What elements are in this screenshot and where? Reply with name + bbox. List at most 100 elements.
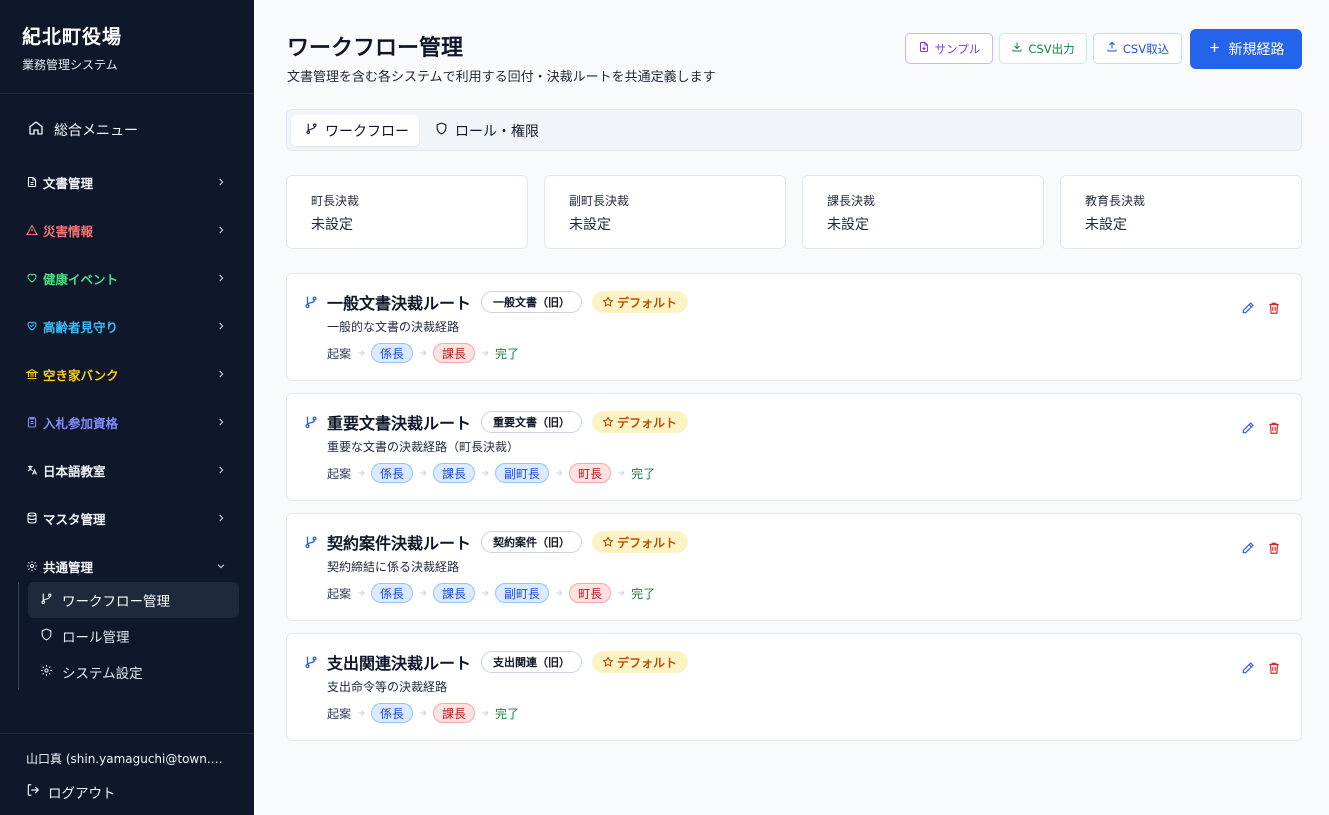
delete-button[interactable] — [1266, 300, 1282, 316]
languages-icon — [26, 464, 38, 476]
sidebar-group-master-management[interactable]: マスタ管理 — [26, 506, 226, 530]
shield-icon — [435, 122, 448, 139]
file-icon — [918, 41, 930, 56]
new-route-label: 新規経路 — [1228, 42, 1285, 58]
tab-bar: ワークフロー ロール・権限 — [286, 109, 1302, 151]
default-badge-label: デフォルト — [617, 295, 678, 310]
new-route-button[interactable]: 新規経路 — [1190, 29, 1302, 69]
summary-card-superintendent: 教育長決裁 未設定 — [1060, 175, 1302, 249]
star-icon — [602, 656, 614, 668]
edit-button[interactable] — [1240, 540, 1256, 556]
sidebar-group-label: 入札参加資格 — [43, 415, 119, 431]
workflow-icon — [40, 592, 53, 609]
route-card: 支出関連決裁ルート 支出関連（旧） デフォルト 支出命令等の決裁経路 起案 係長 課長 完了 — [286, 633, 1302, 741]
pencil-icon — [1241, 421, 1255, 435]
arrow-right-icon — [480, 468, 490, 478]
landmark-icon — [26, 368, 38, 380]
chevron-right-icon — [216, 369, 226, 379]
sample-button[interactable]: サンプル — [905, 33, 993, 64]
chevron-right-icon — [216, 417, 226, 427]
step-chip: 町長 — [569, 463, 612, 483]
chevron-right-icon — [216, 225, 226, 235]
route-type-badge: 支出関連（旧） — [481, 651, 583, 673]
sidebar-group-vacant-house-bank[interactable]: 空き家バンク — [26, 362, 226, 386]
sidebar-group-label: マスタ管理 — [43, 511, 106, 527]
step-end: 完了 — [631, 586, 656, 601]
route-name: 一般文書決裁ルート — [327, 294, 472, 313]
arrow-right-icon — [554, 468, 564, 478]
arrow-right-icon — [356, 588, 366, 598]
step-chip: 係長 — [371, 343, 414, 363]
document-icon — [26, 176, 38, 188]
brand: 紀北町役場 業務管理システム — [0, 0, 254, 94]
summary-label: 教育長決裁 — [1085, 194, 1146, 208]
trash-icon — [1267, 541, 1281, 555]
star-icon — [602, 296, 614, 308]
sidebar-group-documents[interactable]: 文書管理 — [26, 170, 226, 194]
summary-value: 未設定 — [311, 217, 353, 233]
arrow-right-icon — [418, 708, 428, 718]
arrow-right-icon — [616, 588, 626, 598]
heart-icon — [26, 272, 38, 284]
sidebar-group-elderly-watch[interactable]: 高齢者見守り — [26, 314, 226, 338]
route-header: 支出関連決裁ルート 支出関連（旧） デフォルト — [327, 650, 689, 674]
delete-button[interactable] — [1266, 420, 1282, 436]
sidebar-item-main-menu[interactable]: 総合メニュー — [28, 118, 138, 142]
csv-import-button[interactable]: CSV取込 — [1093, 33, 1182, 64]
sidebar-item-label: ワークフロー管理 — [62, 594, 170, 610]
heart-handshake-icon — [26, 320, 38, 332]
sidebar-group-health-events[interactable]: 健康イベント — [26, 266, 226, 290]
csv-export-button[interactable]: CSV出力 — [999, 33, 1087, 64]
sidebar-item-system-settings[interactable]: システム設定 — [28, 654, 239, 690]
arrow-right-icon — [356, 348, 366, 358]
route-description: 重要な文書の決裁経路（町長決裁） — [327, 440, 520, 454]
summary-value: 未設定 — [569, 217, 611, 233]
edit-button[interactable] — [1240, 420, 1256, 436]
logout-button[interactable]: ログアウト — [26, 782, 116, 802]
sidebar-group-label: 災害情報 — [43, 223, 94, 239]
chevron-right-icon — [216, 177, 226, 187]
sidebar: 紀北町役場 業務管理システム 総合メニュー 文書管理 災害情報 健康イベント 高… — [0, 0, 254, 815]
route-steps: 起案 係長 課長 副町長 町長 完了 — [327, 582, 655, 604]
brand-subtitle: 業務管理システム — [22, 58, 118, 72]
chevron-right-icon — [216, 513, 226, 523]
sidebar-group-common-management[interactable]: 共通管理 — [26, 554, 226, 578]
arrow-right-icon — [480, 708, 490, 718]
tab-role-permission[interactable]: ロール・権限 — [423, 115, 553, 146]
sidebar-group-label: 日本語教室 — [43, 463, 106, 479]
route-type-badge: 一般文書（旧） — [481, 291, 583, 313]
pencil-icon — [1241, 301, 1255, 315]
step-start: 起案 — [327, 706, 352, 721]
default-badge-label: デフォルト — [617, 655, 678, 670]
sidebar-group-disaster[interactable]: 災害情報 — [26, 218, 226, 242]
gear-icon — [26, 560, 38, 572]
pencil-icon — [1241, 541, 1255, 555]
edit-button[interactable] — [1240, 300, 1256, 316]
step-start: 起案 — [327, 466, 352, 481]
workflow-icon — [305, 122, 318, 139]
step-start: 起案 — [327, 346, 352, 361]
sidebar-item-workflow-management[interactable]: ワークフロー管理 — [28, 582, 239, 618]
upload-icon — [1106, 41, 1118, 56]
sample-button-label: サンプル — [934, 41, 981, 56]
edit-button[interactable] — [1240, 660, 1256, 676]
summary-card-deputy-mayor: 副町長決裁 未設定 — [544, 175, 786, 249]
sidebar-item-role-management[interactable]: ロール管理 — [28, 618, 239, 654]
step-end: 完了 — [495, 706, 520, 721]
route-description: 支出命令等の決裁経路 — [327, 680, 448, 694]
tab-workflow[interactable]: ワークフロー — [291, 115, 419, 146]
page-title: ワークフロー管理 — [287, 36, 464, 61]
workflow-icon — [304, 414, 318, 429]
default-badge: デフォルト — [592, 531, 689, 553]
route-steps: 起案 係長 課長 完了 — [327, 702, 519, 724]
sidebar-group-label: 空き家バンク — [43, 367, 119, 383]
delete-button[interactable] — [1266, 540, 1282, 556]
route-description: 一般的な文書の決裁経路 — [327, 320, 460, 334]
delete-button[interactable] — [1266, 660, 1282, 676]
sidebar-group-bid-qualification[interactable]: 入札参加資格 — [26, 410, 226, 434]
sidebar-group-japanese-class[interactable]: 日本語教室 — [26, 458, 226, 482]
arrow-right-icon — [356, 468, 366, 478]
logout-label: ログアウト — [48, 786, 116, 802]
arrow-right-icon — [356, 708, 366, 718]
logout-icon — [26, 783, 40, 801]
